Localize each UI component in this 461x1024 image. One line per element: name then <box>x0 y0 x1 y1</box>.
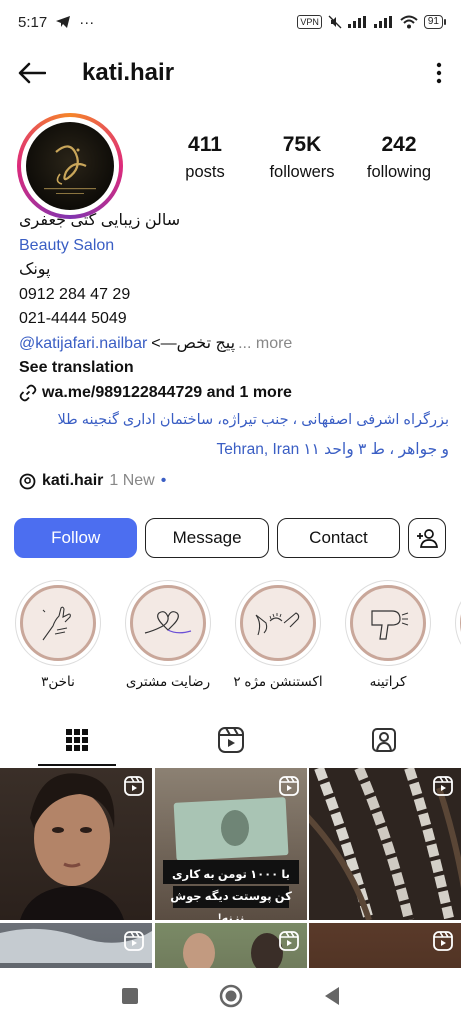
profile-header: kati.hair <box>0 50 461 96</box>
post-thumbnail[interactable] <box>155 923 307 968</box>
follow-button[interactable]: Follow <box>14 518 138 558</box>
story-highlights: ناخن۳ رضایت مشتری اکستنشن مژه ۲ کراتینه <box>13 580 461 690</box>
post-thumbnail[interactable] <box>309 768 461 920</box>
bio-address-line-1: بزرگراه اشرفی اصفهانی ، جنب تیراژه، ساخت… <box>57 412 449 428</box>
post-thumbnail[interactable] <box>0 768 152 920</box>
profile-tabs <box>0 714 461 766</box>
highlight-item[interactable]: کراتینه <box>343 580 433 690</box>
bio-address[interactable]: بزرگراه اشرفی اصفهانی ، جنب تیراژه، ساخت… <box>19 405 449 465</box>
highlight-item[interactable]: رضایت مشتری <box>123 580 213 690</box>
reel-indicator-icon <box>279 931 299 951</box>
signal-icon-2 <box>373 16 392 28</box>
suggested-users-button[interactable] <box>408 518 446 558</box>
tab-grid[interactable] <box>0 714 154 766</box>
avatar-story-ring[interactable] <box>17 113 123 219</box>
profile-bio: سالن زیبایی کتی جعفری Beauty Salon پونک … <box>19 209 449 465</box>
system-navigation-bar <box>0 968 461 1024</box>
followers-count: 75K <box>282 133 322 156</box>
bio-external-link[interactable]: wa.me/989122844729 and 1 more <box>19 381 449 406</box>
mute-icon <box>328 15 342 29</box>
grid-icon <box>65 729 88 751</box>
highlight-label: رضایت مشتری <box>125 674 211 689</box>
post-overlay-text: با ۱۰۰۰ تومن به کاری کن پوستت دیگه جوش ن… <box>170 869 292 920</box>
bio-name: سالن زیبایی کتی جعفری <box>19 212 181 229</box>
profile-actions: Follow Message Contact <box>14 518 446 558</box>
highlight-item-partial[interactable] <box>453 580 461 666</box>
threads-new-count: 1 New <box>109 472 155 489</box>
posts-count: 411 <box>188 133 222 156</box>
signal-icon <box>347 16 366 28</box>
reel-indicator-icon <box>279 776 299 796</box>
bio-link-text: wa.me/989122844729 and 1 more <box>42 383 292 401</box>
bio-mention-link[interactable]: @katijafari.nailbar <box>19 332 147 357</box>
nail-hand-icon <box>42 606 71 641</box>
bio-mention-line: @katijafari.nailbar پیج تخص—> ... more <box>19 332 449 357</box>
bio-location: پونک <box>19 261 51 278</box>
bio-phone-1: 0912 284 47 29 <box>19 285 131 303</box>
bio-phone-2: 021-4444 5049 <box>19 310 127 327</box>
highlight-label: اکستنشن مژه ۲ <box>233 674 323 689</box>
heart-icon <box>144 611 192 634</box>
bio-category[interactable]: Beauty Salon <box>19 234 449 259</box>
following-count: 242 <box>381 133 417 156</box>
post-thumbnail[interactable]: با ۱۰۰۰ تومن به کاری کن پوستت دیگه جوش ن… <box>155 768 307 920</box>
status-more: ··· <box>79 13 95 31</box>
bio-mention-tail: پیج تخص—> <box>151 334 236 352</box>
post-thumbnail[interactable] <box>309 923 461 968</box>
threads-handle: kati.hair <box>42 472 104 489</box>
message-button[interactable]: Message <box>145 518 269 558</box>
following-stat[interactable]: 242 following <box>351 133 447 182</box>
highlight-label: کراتینه <box>369 674 407 689</box>
avatar <box>26 122 114 210</box>
hair-dryer-icon <box>371 610 409 640</box>
recent-apps-icon[interactable] <box>121 987 139 1005</box>
bio-address-line-2: و جواهر ، ط ۳ واحد ۱۱ Tehran, Iran <box>19 435 450 465</box>
highlight-item[interactable]: ناخن۳ <box>13 580 103 690</box>
posts-stat[interactable]: 411 posts <box>157 133 253 182</box>
add-person-icon <box>417 529 439 548</box>
vpn-badge: VPN <box>297 15 322 29</box>
threads-new-dot: • <box>160 472 167 489</box>
link-icon <box>19 384 37 402</box>
more-options-icon[interactable] <box>435 62 443 84</box>
home-icon[interactable] <box>219 984 243 1008</box>
highlight-item[interactable]: اکستنشن مژه ۲ <box>233 580 323 690</box>
reel-indicator-icon <box>433 931 453 951</box>
reel-indicator-icon <box>124 776 144 796</box>
tab-reels[interactable] <box>154 714 308 766</box>
telegram-icon <box>56 16 71 28</box>
tagged-icon <box>372 728 397 752</box>
threads-icon <box>19 473 36 489</box>
reel-indicator-icon <box>433 776 453 796</box>
back-nav-icon[interactable] <box>323 986 341 1006</box>
bio-more-link[interactable]: ... more <box>238 332 292 357</box>
threads-badge[interactable]: kati.hair 1 New • <box>19 472 166 490</box>
followers-stat[interactable]: 75K followers <box>254 133 350 182</box>
bio-address-unit: و جواهر ، ط ۳ واحد ۱۱ <box>303 441 449 458</box>
battery-indicator: 91 <box>423 15 447 29</box>
reels-icon <box>217 727 244 753</box>
contact-button[interactable]: Contact <box>276 518 401 558</box>
wifi-icon <box>400 15 418 29</box>
bio-address-city: Tehran, Iran <box>216 441 300 458</box>
back-arrow-icon[interactable] <box>18 62 46 84</box>
tab-tagged[interactable] <box>307 714 461 766</box>
profile-summary: 411 posts 75K followers 242 following <box>17 113 447 219</box>
followers-label: followers <box>269 163 335 181</box>
header-username: kati.hair <box>82 59 175 86</box>
status-time: 5:17 <box>18 13 48 31</box>
eyelash-icon <box>255 612 300 636</box>
status-bar: 5:17 ··· VPN 91 <box>0 0 461 44</box>
see-translation-link[interactable]: See translation <box>19 356 449 381</box>
posts-label: posts <box>185 163 225 181</box>
highlight-label: ناخن۳ <box>41 674 75 689</box>
post-thumbnail[interactable] <box>0 923 152 968</box>
following-label: following <box>366 163 432 181</box>
reel-indicator-icon <box>124 931 144 951</box>
posts-grid: با ۱۰۰۰ تومن به کاری کن پوستت دیگه جوش ن… <box>0 768 461 968</box>
